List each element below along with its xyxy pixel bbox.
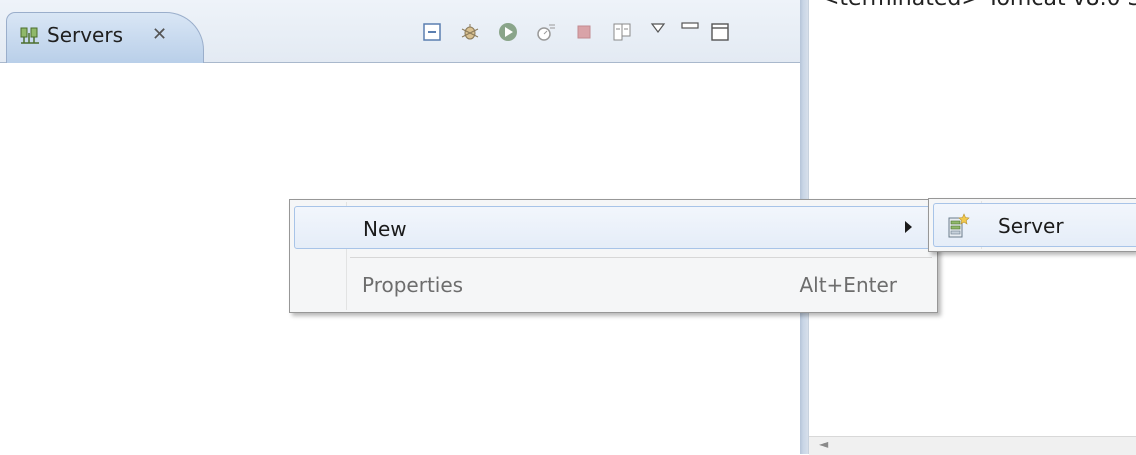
profile-icon[interactable] — [532, 18, 560, 46]
view-menu-icon[interactable] — [644, 14, 672, 42]
maximize-icon[interactable] — [706, 18, 734, 46]
debug-icon[interactable] — [456, 18, 484, 46]
console-title: <terminated> Tomcat v8.0 Se — [821, 0, 1136, 11]
submenu-arrow-icon — [905, 221, 912, 233]
minimize-icon[interactable] — [676, 12, 704, 40]
horizontal-scrollbar[interactable]: ◄ — [809, 436, 1136, 455]
start-icon[interactable] — [494, 18, 522, 46]
close-icon[interactable]: ✕ — [152, 26, 167, 44]
collapse-all-icon[interactable] — [418, 18, 446, 46]
menu-separator — [350, 257, 932, 258]
submenu-item-server[interactable]: Server — [933, 203, 1136, 247]
servers-icon — [20, 27, 39, 44]
menu-item-properties-label: Properties — [362, 273, 464, 297]
stop-icon[interactable] — [570, 18, 598, 46]
menu-item-properties[interactable]: Properties Alt+Enter — [294, 263, 931, 306]
menu-item-properties-accelerator: Alt+Enter — [799, 273, 897, 297]
new-submenu: Server — [928, 198, 1136, 252]
menu-item-new[interactable]: New — [294, 206, 931, 249]
submenu-item-server-label: Server — [998, 214, 1064, 238]
context-menu: New Properties Alt+Enter — [289, 199, 938, 313]
servers-tab[interactable]: Servers ✕ — [6, 12, 204, 63]
view-tab-strip: Servers ✕ — [0, 0, 806, 63]
new-server-icon — [948, 213, 970, 238]
menu-item-new-label: New — [363, 217, 407, 241]
servers-tab-label: Servers — [47, 23, 124, 47]
scroll-left-icon[interactable]: ◄ — [819, 437, 828, 451]
publish-icon[interactable] — [608, 18, 636, 46]
